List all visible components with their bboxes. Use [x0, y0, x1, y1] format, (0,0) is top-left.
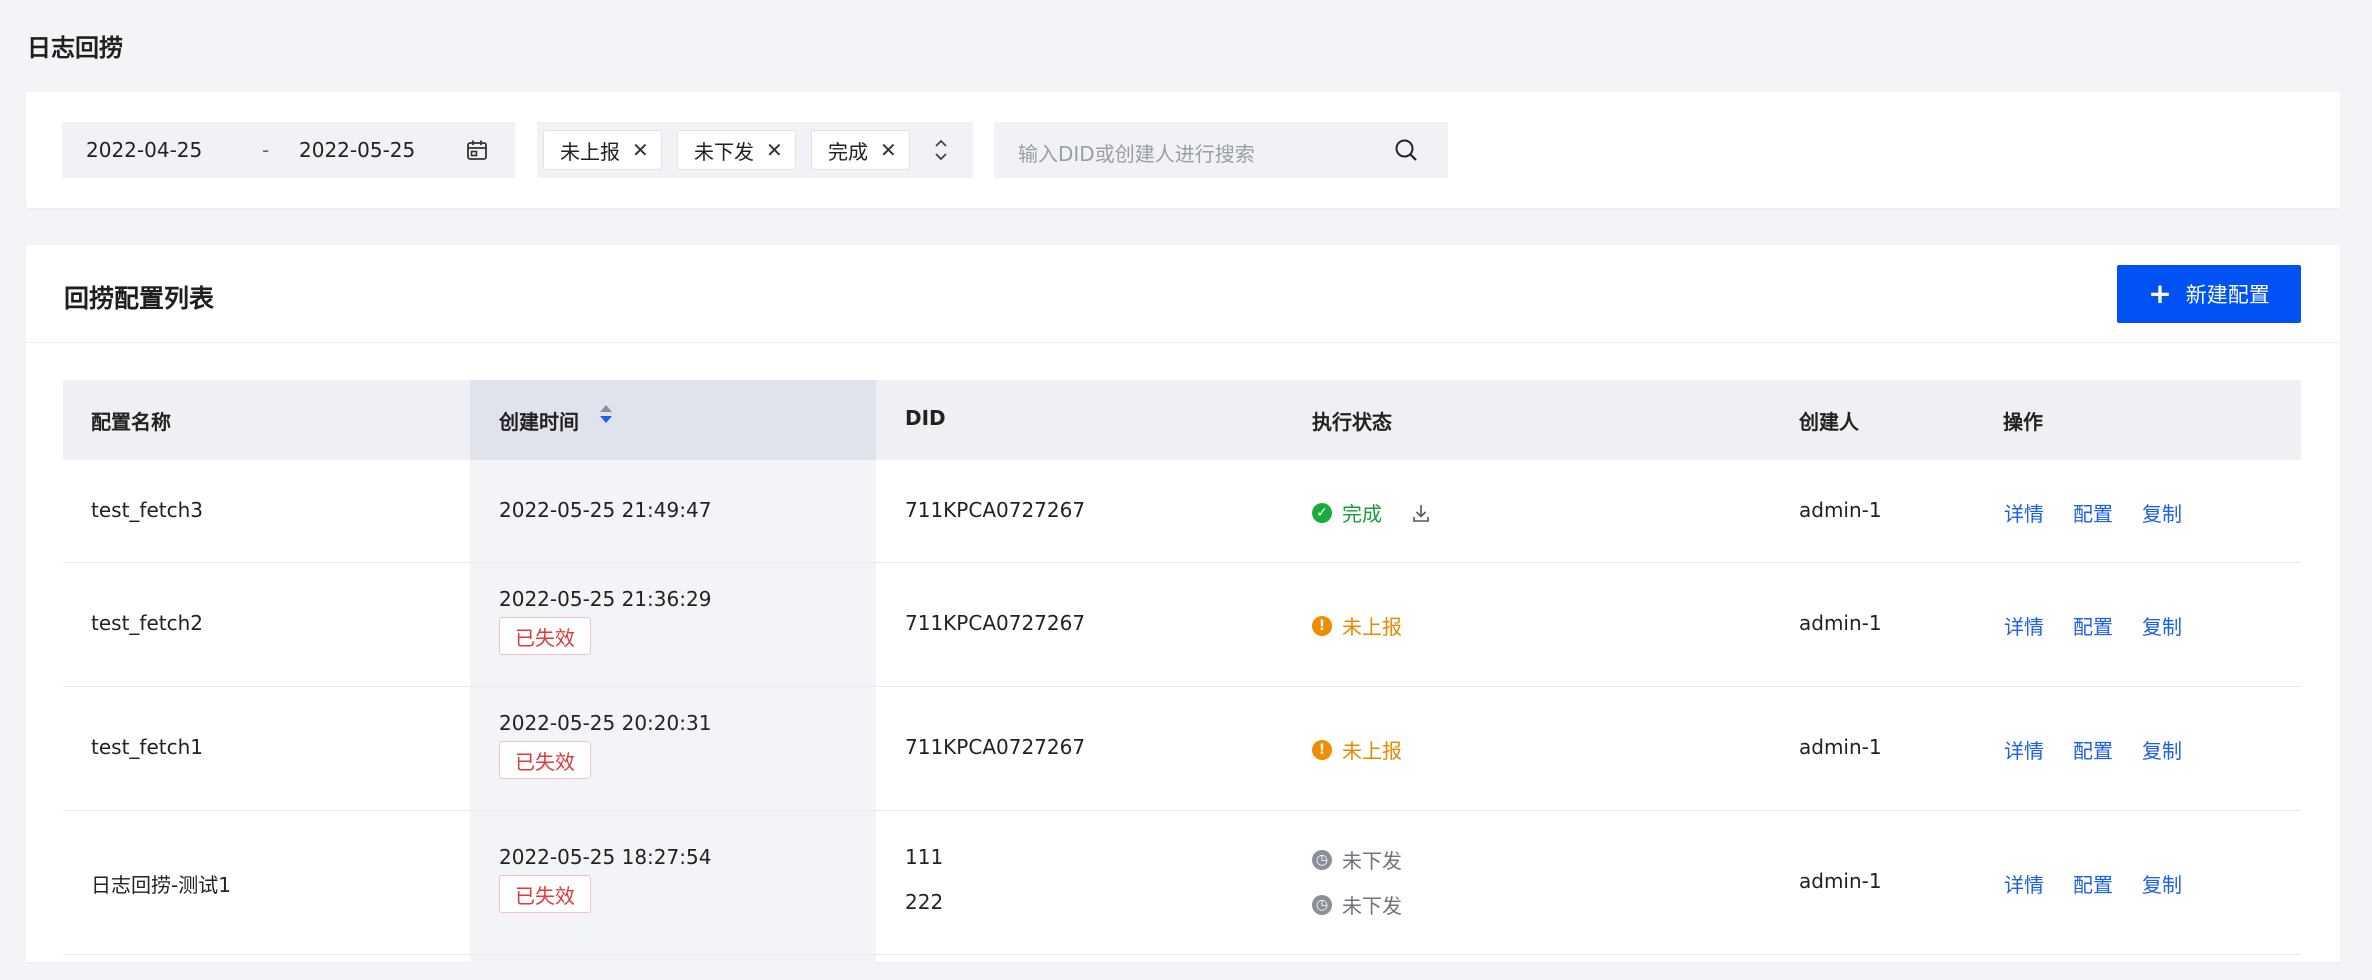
copy-link[interactable]: 复制 — [2142, 498, 2182, 527]
sort-icon[interactable] — [599, 402, 613, 426]
creator: admin-1 — [1799, 869, 1882, 893]
status-done: ✓ 完成 — [1312, 498, 1430, 527]
did-value: 711KPCA0727267 — [905, 498, 1086, 522]
search-icon[interactable] — [1394, 138, 1418, 162]
status-tag-not-dispatched[interactable]: 未下发 ✕ — [677, 130, 796, 170]
status-not-dispatched: ◷ 未下发 — [1312, 845, 1402, 874]
table-row: 日志回捞-测试1 2022-05-25 18:27:54 已失效 111 222… — [63, 811, 2301, 955]
creator: admin-1 — [1799, 611, 1882, 635]
detail-link[interactable]: 详情 — [2004, 735, 2044, 764]
config-link[interactable]: 配置 — [2073, 869, 2113, 898]
status-label: 完成 — [1342, 502, 1382, 526]
status-not-reported: ! 未上报 — [1312, 735, 1402, 764]
table-row: test_fetch3 2022-05-25 21:49:47 711KPCA0… — [63, 460, 2301, 563]
status-not-reported: ! 未上报 — [1312, 611, 1402, 640]
date-end[interactable]: 2022-05-25 — [299, 138, 415, 162]
col-actions: 操作 — [2003, 410, 2043, 434]
list-title: 回捞配置列表 — [64, 284, 215, 313]
created-time: 2022-05-25 18:27:54 — [499, 845, 712, 869]
clock-icon: ◷ — [1312, 849, 1332, 870]
expired-badge: 已失效 — [499, 617, 591, 655]
created-time: 2022-05-25 20:20:31 — [499, 711, 712, 735]
search-input[interactable]: 输入DID或创建人进行搜索 — [994, 122, 1448, 178]
expired-badge: 已失效 — [499, 741, 591, 779]
date-range-picker[interactable]: 2022-04-25 - 2022-05-25 — [62, 122, 515, 178]
plus-icon: + — [2148, 277, 2172, 310]
status-label: 未上报 — [1342, 615, 1402, 639]
config-name: test_fetch2 — [91, 611, 203, 635]
col-created-time-label: 创建时间 — [499, 410, 579, 434]
check-icon: ✓ — [1312, 502, 1332, 523]
date-start[interactable]: 2022-04-25 — [86, 138, 202, 162]
page-title: 日志回捞 — [27, 34, 123, 62]
chevron-up-down-icon[interactable] — [931, 136, 951, 164]
close-icon[interactable]: ✕ — [880, 140, 897, 160]
config-link[interactable]: 配置 — [2073, 611, 2113, 640]
copy-link[interactable]: 复制 — [2142, 735, 2182, 764]
created-time: 2022-05-25 21:49:47 — [499, 498, 712, 522]
col-did: DID — [905, 406, 946, 430]
did-value: 711KPCA0727267 — [905, 611, 1086, 635]
divider — [26, 342, 2340, 343]
detail-link[interactable]: 详情 — [2004, 869, 2044, 898]
status-label: 未下发 — [1342, 849, 1402, 873]
col-config-name: 配置名称 — [91, 410, 171, 434]
status-tag-not-reported[interactable]: 未上报 ✕ — [543, 130, 662, 170]
status-tag-label: 完成 — [828, 139, 868, 164]
col-creator: 创建人 — [1799, 410, 1859, 434]
status-tag-label: 未下发 — [694, 139, 754, 164]
filter-bar: 2022-04-25 - 2022-05-25 未上报 ✕ 未下发 ✕ 完成 ✕ — [26, 92, 2340, 208]
config-list-panel: 回捞配置列表 + 新建配置 配置名称 创建时间 DID 执行状态 创建人 操作 … — [26, 245, 2340, 980]
config-name: test_fetch3 — [91, 498, 203, 522]
creator: admin-1 — [1799, 735, 1882, 759]
download-icon[interactable] — [1412, 503, 1430, 523]
table-row: test_fetch1 2022-05-25 20:20:31 已失效 711K… — [63, 687, 2301, 811]
status-label: 未上报 — [1342, 739, 1402, 763]
config-name: test_fetch1 — [91, 735, 203, 759]
copy-link[interactable]: 复制 — [2142, 869, 2182, 898]
created-time: 2022-05-25 21:36:29 — [499, 587, 712, 611]
table-row: test_fetch2 2022-05-25 21:36:29 已失效 711K… — [63, 563, 2301, 687]
date-separator: - — [262, 138, 270, 162]
col-exec-status: 执行状态 — [1312, 410, 1392, 434]
status-label: 未下发 — [1342, 894, 1402, 918]
detail-link[interactable]: 详情 — [2004, 498, 2044, 527]
config-link[interactable]: 配置 — [2073, 735, 2113, 764]
table-header: 配置名称 创建时间 DID 执行状态 创建人 操作 — [63, 380, 2301, 460]
creator: admin-1 — [1799, 498, 1882, 522]
new-config-label: 新建配置 — [2185, 283, 2270, 307]
col-created-time[interactable]: 创建时间 — [499, 405, 612, 435]
status-multi-select[interactable]: 未上报 ✕ 未下发 ✕ 完成 ✕ — [537, 122, 973, 178]
config-link[interactable]: 配置 — [2073, 498, 2113, 527]
new-config-button[interactable]: + 新建配置 — [2117, 265, 2301, 323]
close-icon[interactable]: ✕ — [632, 140, 649, 160]
copy-link[interactable]: 复制 — [2142, 611, 2182, 640]
warning-icon: ! — [1312, 615, 1332, 636]
detail-link[interactable]: 详情 — [2004, 611, 2044, 640]
clock-icon: ◷ — [1312, 894, 1332, 915]
search-placeholder: 输入DID或创建人进行搜索 — [1018, 142, 1255, 166]
calendar-icon[interactable] — [466, 139, 488, 161]
did-value: 111 — [905, 845, 944, 869]
status-tag-label: 未上报 — [560, 139, 620, 164]
status-tag-done[interactable]: 完成 ✕ — [811, 130, 910, 170]
status-not-dispatched: ◷ 未下发 — [1312, 890, 1402, 919]
did-value: 222 — [905, 890, 944, 914]
config-name: 日志回捞-测试1 — [91, 873, 231, 897]
expired-badge: 已失效 — [499, 875, 591, 913]
close-icon[interactable]: ✕ — [766, 140, 783, 160]
warning-icon: ! — [1312, 739, 1332, 760]
did-value: 711KPCA0727267 — [905, 735, 1086, 759]
